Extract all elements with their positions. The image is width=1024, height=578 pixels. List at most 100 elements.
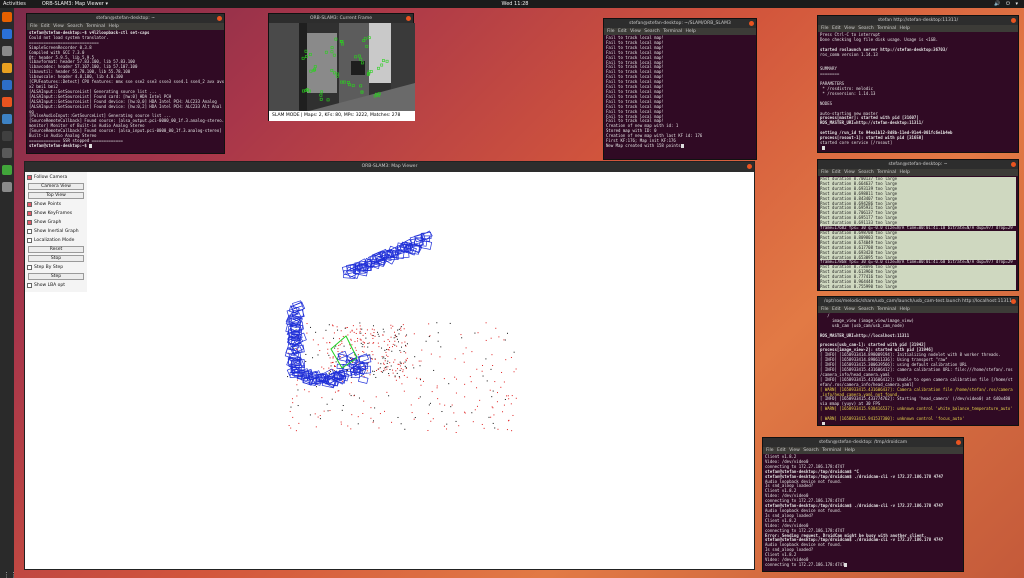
camera-view-button[interactable]: Camera View — [28, 183, 84, 190]
files2-icon[interactable] — [2, 182, 12, 192]
clock[interactable]: Wed 11:28 — [500, 0, 530, 8]
map-point — [430, 353, 432, 355]
map-3d-view[interactable] — [87, 172, 754, 569]
close-icon[interactable] — [217, 16, 222, 21]
map-point — [373, 329, 375, 331]
map-point — [405, 352, 407, 354]
terminal-ffmpeg[interactable]: stefan@stefan-desktop: ~ File Edit View … — [817, 159, 1019, 291]
terminal-usb-cam[interactable]: /opt/ros/melodic/share/usb_cam/launch/us… — [817, 296, 1019, 426]
terminal-roscore[interactable]: stefan http://stefan-desktop:11311/ File… — [817, 15, 1019, 153]
checkbox-icon[interactable] — [27, 265, 32, 270]
map-point — [289, 410, 291, 412]
menu-bar[interactable]: File Edit View Search Terminal Help — [818, 169, 1018, 176]
system-tray[interactable]: 🔊 ⏻ ▾ — [994, 0, 1020, 8]
software-icon[interactable] — [2, 97, 12, 107]
close-icon[interactable] — [406, 16, 411, 21]
checkbox-icon[interactable] — [27, 220, 32, 225]
map-point — [362, 412, 364, 414]
map-point — [394, 340, 396, 342]
checkbox-icon[interactable] — [27, 202, 32, 207]
close-icon[interactable] — [747, 164, 752, 169]
close-icon[interactable] — [1011, 162, 1016, 167]
map-point — [405, 345, 407, 347]
menu-bar[interactable]: File Edit View Search Terminal Help — [604, 28, 756, 35]
show-keyframes-checkbox[interactable]: Show KeyFrames — [26, 210, 86, 217]
show-inertial-graph-checkbox[interactable]: Show Inertial Graph — [26, 228, 86, 235]
map-point — [384, 349, 386, 351]
map-point — [372, 354, 374, 356]
map-point — [319, 418, 321, 420]
map-point — [321, 397, 323, 399]
map-point — [321, 366, 323, 368]
menu-bar[interactable]: File Edit View Search Terminal Help — [27, 23, 224, 30]
map-point — [494, 427, 496, 429]
web-icon[interactable] — [2, 165, 12, 175]
menu-bar[interactable]: File Edit View Search Terminal Help — [818, 25, 1018, 32]
files-icon[interactable] — [2, 46, 12, 56]
map-point — [513, 351, 515, 353]
reset-button[interactable]: Reset — [28, 246, 84, 253]
terminal-droidcam[interactable]: stefan@stefan-desktop: /tmp/droidcam Fil… — [762, 437, 964, 572]
app-menu[interactable]: ORB-SLAM3: Map Viewer ▾ — [42, 0, 108, 8]
close-icon[interactable] — [956, 440, 961, 445]
rhythmbox-icon[interactable] — [2, 63, 12, 73]
title-bar[interactable]: stefan@stefan-desktop: /tmp/droidcam — [763, 438, 963, 447]
menu-bar[interactable]: File Edit View Search Terminal Help — [763, 447, 963, 454]
map-point — [384, 369, 386, 371]
map-point — [356, 328, 358, 330]
follow-camera-checkbox[interactable]: Follow Camera — [26, 174, 86, 181]
title-bar[interactable]: stefan@stefan-desktop: ~ — [818, 160, 1018, 169]
current-frame-window[interactable]: ORB-SLAM3: Current Frame SLAM MODE | Map… — [268, 13, 415, 121]
map-point — [349, 357, 351, 359]
checkbox-icon[interactable] — [27, 283, 32, 288]
map-point — [400, 327, 402, 329]
show-points-checkbox[interactable]: Show Points — [26, 201, 86, 208]
title-bar[interactable]: stefan@stefan-desktop: ~/SLAM/ORB_SLAM3 — [604, 19, 756, 28]
step-button[interactable]: Step — [28, 273, 84, 280]
top-view-button[interactable]: Top View — [28, 192, 84, 199]
map-point — [390, 327, 392, 329]
menu-bar[interactable]: File Edit View Search Terminal Help — [818, 306, 1018, 313]
map-point — [341, 351, 343, 353]
map-point — [513, 371, 515, 373]
firefox-icon[interactable] — [2, 12, 12, 22]
help-icon[interactable] — [2, 114, 12, 124]
terminal-orbslam[interactable]: stefan@stefan-desktop: ~/SLAM/ORB_SLAM3 … — [603, 18, 757, 160]
checkbox-icon[interactable] — [27, 238, 32, 243]
title-bar[interactable]: stefan http://stefan-desktop:11311/ — [818, 16, 1018, 25]
map-point — [359, 322, 361, 324]
map-point — [399, 369, 401, 371]
checkbox-icon[interactable] — [27, 229, 32, 234]
map-point — [319, 415, 321, 417]
screen-icon[interactable] — [2, 148, 12, 158]
terminal-icon[interactable] — [2, 131, 12, 141]
localization-mode-checkbox[interactable]: Localization Mode — [26, 237, 86, 244]
map-point — [400, 326, 402, 328]
show-lba-opt-checkbox[interactable]: Show LBA opt — [26, 282, 86, 289]
terminal-ssr[interactable]: stefan@stefan-desktop: ~ File Edit View … — [26, 13, 225, 154]
writer-icon[interactable] — [2, 80, 12, 90]
title-bar[interactable]: stefan@stefan-desktop: ~ — [27, 14, 224, 23]
map-point — [333, 370, 335, 372]
title-bar[interactable]: /opt/ros/melodic/share/usb_cam/launch/us… — [818, 297, 1018, 306]
activities-button[interactable]: Activities — [3, 0, 26, 8]
close-icon[interactable] — [1011, 18, 1016, 23]
map-point — [443, 378, 445, 380]
step-by-step-checkbox[interactable]: Step By Step — [26, 264, 86, 271]
show-apps-icon[interactable]: ⋮⋮ — [3, 571, 17, 578]
map-point — [389, 369, 391, 371]
close-icon[interactable] — [749, 21, 754, 26]
thunderbird-icon[interactable] — [2, 29, 12, 39]
map-point — [474, 332, 476, 334]
checkbox-icon[interactable] — [27, 211, 32, 216]
checkbox-icon[interactable] — [27, 175, 32, 180]
map-point — [428, 336, 430, 338]
stop-button[interactable]: Stop — [28, 255, 84, 262]
title-bar[interactable]: ORB-SLAM3: Current Frame — [269, 14, 413, 23]
close-icon[interactable] — [1011, 299, 1016, 304]
map-point — [328, 324, 330, 326]
map-point — [291, 398, 293, 400]
title-bar[interactable]: ORB-SLAM3: Map Viewer — [25, 162, 754, 172]
map-viewer-window[interactable]: ORB-SLAM3: Map Viewer Follow Camera Camer… — [24, 161, 755, 570]
show-graph-checkbox[interactable]: Show Graph — [26, 219, 86, 226]
